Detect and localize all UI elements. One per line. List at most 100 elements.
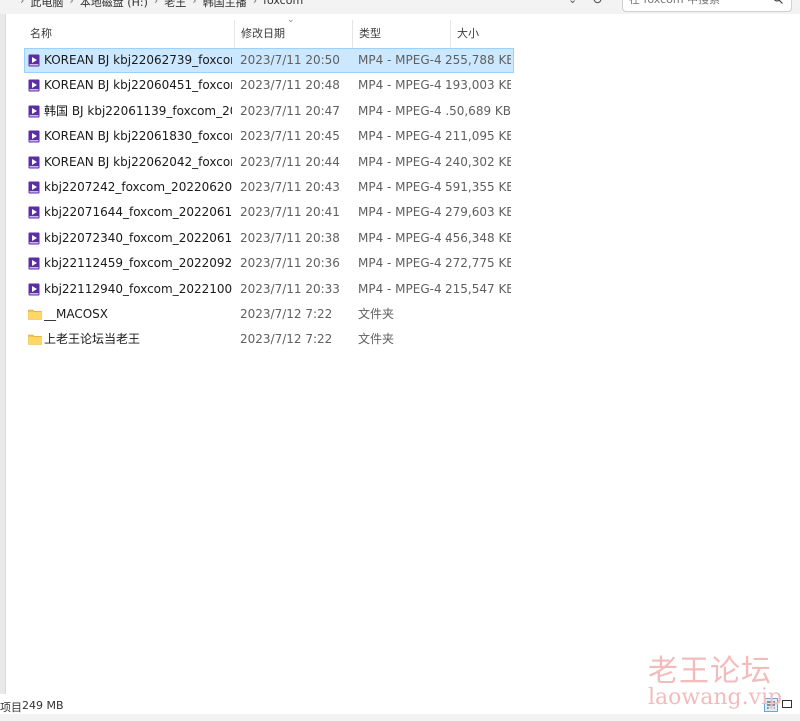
file-type: MP4 - MPEG-4 ... — [358, 154, 448, 169]
file-name: kbj22112940_foxcom_20221003 – sex... — [44, 281, 232, 296]
video-file-icon — [28, 181, 40, 194]
sort-indicator-icon: ⌄ — [287, 15, 295, 25]
file-row[interactable]: kbj22112459_foxcom_20220929 – sex... 2023… — [24, 251, 514, 276]
file-date: 2023/7/11 20:50 — [240, 53, 340, 67]
column-header-type[interactable]: 类型 — [352, 20, 450, 48]
file-date: 2023/7/11 20:43 — [240, 179, 340, 194]
file-name: 韩国 BJ kbj22061139_foxcom_202205... — [44, 103, 232, 118]
file-size: 272,775 KB — [445, 256, 511, 271]
file-name: kbj2207242_foxcom_20220620 – sexb... — [44, 179, 232, 194]
folder-icon — [28, 333, 42, 346]
file-size: 50,689 KB — [449, 103, 511, 118]
file-type: MP4 - MPEG-4 ... — [358, 179, 448, 194]
file-row[interactable]: KOREAN BJ kbj22062042_foxcom_20... 2023/7… — [24, 150, 514, 175]
file-date: 2023/7/11 20:41 — [240, 205, 340, 220]
file-type: MP4 - MPEG-4 ... — [358, 103, 448, 118]
video-file-icon — [28, 232, 40, 245]
file-date: 2023/7/11 20:36 — [240, 256, 340, 271]
column-header: 名称 修改日期 类型 大小 ⌄ — [24, 15, 514, 48]
file-size: 211,095 KB — [445, 129, 511, 144]
file-type: MP4 - MPEG-4 ... — [358, 53, 448, 67]
item-count-label: 项目 — [0, 701, 22, 714]
folder-row[interactable]: __MACOSX 2023/7/12 7:22 文件夹 — [24, 302, 514, 327]
file-date: 2023/7/12 7:22 — [240, 306, 333, 321]
search-box[interactable] — [622, 0, 792, 12]
file-size: 193,003 KB — [445, 78, 511, 93]
file-date: 2023/7/11 20:33 — [240, 281, 340, 296]
file-name: kbj22112459_foxcom_20220929 – sex... — [44, 256, 232, 271]
file-name: kbj22071644_foxcom_20220614 – sex... — [44, 205, 232, 220]
file-type: MP4 - MPEG-4 ... — [358, 78, 448, 93]
file-row[interactable]: kbj22112940_foxcom_20221003 – sex... 2023… — [24, 277, 514, 302]
file-row[interactable]: KOREAN BJ kbj22061830_foxcom_20... 2023/7… — [24, 124, 514, 149]
file-type: MP4 - MPEG-4 ... — [358, 256, 448, 271]
file-name: kbj22072340_foxcom_20220619 – sex... — [44, 230, 232, 245]
file-row[interactable]: kbj22072340_foxcom_20220619 – sex... 2023… — [24, 226, 514, 251]
file-row[interactable]: KOREAN BJ kbj22060451_foxcom_20... 2023/7… — [24, 73, 514, 98]
breadcrumb-item-drive[interactable]: 本地磁盘 (H:) — [80, 0, 148, 10]
file-row[interactable]: KOREAN BJ kbj22062739_foxcom_20... 2023/7… — [24, 48, 514, 74]
navigation-pane[interactable] — [0, 14, 6, 694]
file-row[interactable]: 韩国 BJ kbj22061139_foxcom_202205... 2023/7… — [24, 99, 514, 124]
file-date: 2023/7/11 20:47 — [240, 103, 340, 118]
file-type: 文件夹 — [358, 332, 395, 347]
video-file-icon — [28, 130, 40, 143]
file-name: KOREAN BJ kbj22061830_foxcom_20... — [44, 129, 232, 144]
folder-row[interactable]: 上老王论坛当老王 2023/7/12 7:22 文件夹 — [24, 327, 514, 352]
file-type: 文件夹 — [358, 306, 395, 321]
file-name: 上老王论坛当老王 — [44, 332, 141, 347]
refresh-icon[interactable]: ↻ — [592, 0, 603, 8]
file-type: MP4 - MPEG-4 ... — [358, 230, 448, 245]
video-file-icon — [28, 105, 40, 118]
chevron-down-icon[interactable]: ⌄ — [568, 0, 577, 6]
video-file-icon — [28, 79, 40, 92]
search-input[interactable] — [629, 0, 759, 6]
file-list: KOREAN BJ kbj22062739_foxcom_20... 2023/7… — [24, 48, 514, 353]
folder-icon — [28, 308, 42, 321]
file-date: 2023/7/12 7:22 — [240, 332, 333, 347]
breadcrumb-item-foxcom[interactable]: foxcom — [263, 0, 303, 10]
window-bottom-edge — [0, 714, 800, 721]
watermark-url: laowang.vip — [648, 685, 783, 710]
file-size — [445, 303, 511, 326]
large-icons-view-button[interactable] — [781, 698, 795, 712]
file-type: MP4 - MPEG-4 ... — [358, 205, 448, 220]
breadcrumb-item-this-pc[interactable]: 此电脑 — [30, 0, 63, 10]
breadcrumb-item-laowang[interactable]: 老王 — [164, 0, 186, 10]
file-size: 215,547 KB — [445, 281, 511, 296]
large-icons-view-icon — [782, 700, 792, 708]
file-type: MP4 - MPEG-4 ... — [358, 129, 448, 144]
watermark-text: 老王论坛 — [648, 654, 772, 689]
file-size: 240,302 KB — [445, 154, 511, 169]
file-date: 2023/7/11 20:38 — [240, 230, 340, 245]
selection-size: 249 MB — [22, 699, 64, 712]
chevron-right-icon: › — [20, 0, 25, 7]
file-name: KOREAN BJ kbj22060451_foxcom_20... — [44, 78, 232, 93]
file-date: 2023/7/11 20:48 — [240, 78, 340, 93]
file-date: 2023/7/11 20:44 — [240, 154, 340, 169]
video-file-icon — [28, 156, 40, 169]
chevron-right-icon: › — [252, 0, 258, 7]
file-size — [445, 328, 511, 351]
file-name: KOREAN BJ kbj22062739_foxcom_20... — [44, 53, 232, 67]
file-row[interactable]: kbj22071644_foxcom_20220614 – sex... 2023… — [24, 200, 514, 225]
file-date: 2023/7/11 20:45 — [240, 129, 340, 144]
address-bar: › 此电脑 › 本地磁盘 (H:) › 老王 › 韩国主播 › foxcom ⌄… — [0, 0, 800, 14]
video-file-icon — [28, 206, 40, 219]
column-header-name[interactable]: 名称 — [24, 20, 234, 48]
file-size: 456,348 KB — [445, 230, 511, 245]
file-type: MP4 - MPEG-4 ... — [358, 281, 448, 296]
chevron-right-icon: › — [192, 0, 197, 7]
breadcrumb: › 此电脑 › 本地磁盘 (H:) › 老王 › 韩国主播 › foxcom — [20, 0, 303, 10]
chevron-right-icon: › — [69, 0, 74, 7]
video-file-icon — [28, 54, 40, 67]
file-size: 279,603 KB — [445, 205, 511, 220]
video-file-icon — [28, 257, 40, 270]
file-name: KOREAN BJ kbj22062042_foxcom_20... — [44, 154, 232, 169]
video-file-icon — [28, 283, 40, 296]
search-icon[interactable] — [773, 0, 783, 4]
column-header-size[interactable]: 大小 — [450, 20, 514, 48]
file-name: __MACOSX — [44, 306, 109, 321]
breadcrumb-item-korean[interactable]: 韩国主播 — [203, 0, 247, 10]
file-row[interactable]: kbj2207242_foxcom_20220620 – sexb... 2023… — [24, 175, 514, 200]
